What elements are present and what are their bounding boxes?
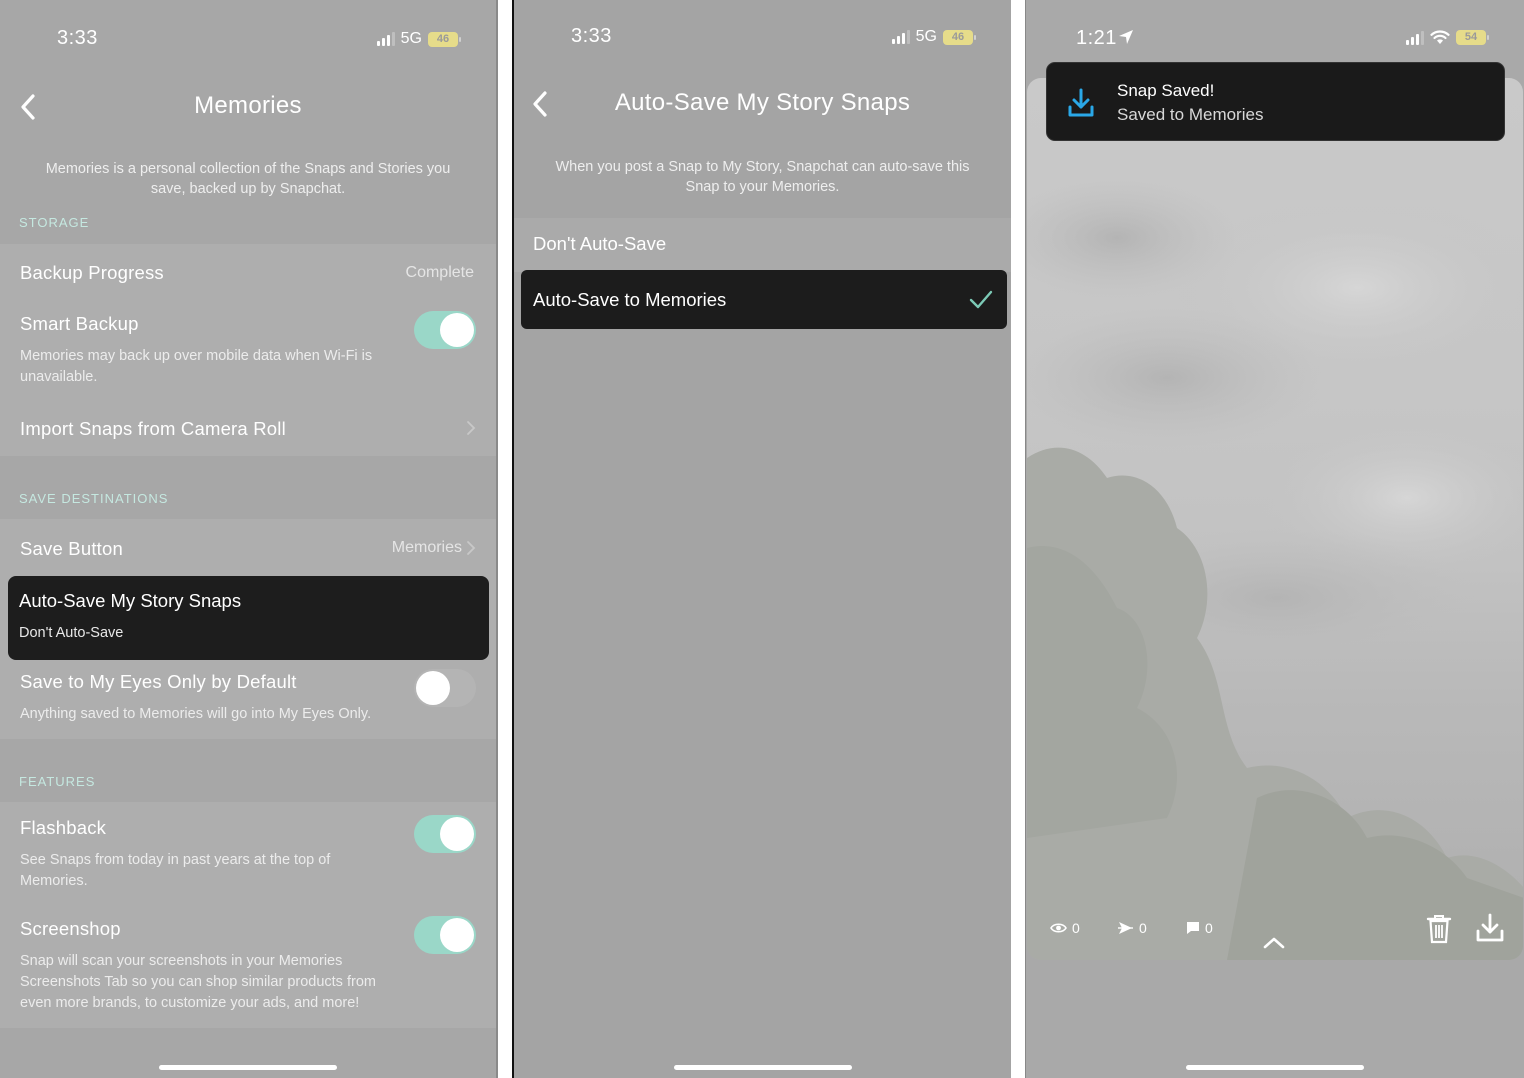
snap-photo[interactable] [1027, 78, 1523, 960]
battery-icon: 46 [943, 29, 976, 45]
chevron-up-icon[interactable] [1263, 936, 1285, 950]
views-count: 0 [1050, 920, 1080, 936]
network-label: 5G [915, 28, 937, 45]
flashback-description: See Snaps from today in past years at th… [20, 852, 331, 889]
section-label-save-destinations: SAVE DESTINATIONS [19, 491, 169, 506]
home-indicator [1186, 1065, 1364, 1070]
screenshots-count: 0 [1117, 920, 1147, 936]
screenshop-label: Screenshop [20, 918, 121, 939]
memories-settings-screen: 3:33 5G 46 Memories Memories is a person… [0, 0, 498, 1078]
snap-viewer-screen: 1:21 54 Snap Saved! Saved to Memories 0 … [1025, 0, 1524, 1078]
flashback-toggle[interactable] [414, 815, 476, 853]
home-indicator [674, 1065, 852, 1070]
download-icon [1068, 88, 1094, 117]
smart-backup-label: Smart Backup [20, 313, 139, 334]
checkmark-icon [969, 290, 993, 309]
smart-backup-description: Memories may back up over mobile data wh… [20, 348, 373, 385]
views-value: 0 [1072, 920, 1080, 936]
auto-save-story-label: Auto-Save My Story Snaps [19, 590, 242, 611]
import-camera-roll-label: Import Snaps from Camera Roll [20, 418, 286, 439]
chat-bubble-icon [1187, 922, 1199, 934]
replies-count: 0 [1186, 920, 1213, 936]
page-description: When you post a Snap to My Story, Snapch… [555, 159, 970, 195]
snap-saved-toast[interactable]: Snap Saved! Saved to Memories [1046, 62, 1505, 141]
screenshot-icon [1118, 922, 1133, 934]
option-dont-auto-save[interactable]: Don't Auto-Save [514, 218, 1011, 272]
backup-progress-label: Backup Progress [20, 262, 164, 283]
page-description: Memories is a personal collection of the… [45, 161, 451, 197]
screenshots-value: 0 [1139, 920, 1147, 936]
location-arrow-icon [1119, 30, 1133, 44]
page-title: Memories [194, 92, 302, 119]
replies-value: 0 [1205, 920, 1213, 936]
smart-backup-toggle[interactable] [414, 311, 476, 349]
option-auto-save-to-memories[interactable]: Auto-Save to Memories [521, 270, 1007, 329]
my-eyes-only-toggle[interactable] [414, 669, 476, 707]
status-bar: 3:33 5G 46 [514, 20, 1011, 54]
option-label: Auto-Save to Memories [533, 289, 727, 310]
network-label: 5G [400, 30, 422, 47]
download-icon[interactable] [1475, 913, 1505, 943]
toast-subtitle: Saved to Memories [1117, 105, 1264, 124]
backup-progress-value: Complete [405, 264, 474, 281]
auto-save-story-row[interactable]: Auto-Save My Story Snaps Don't Auto-Save [8, 576, 489, 660]
chevron-right-icon [466, 540, 476, 556]
save-button-label: Save Button [20, 538, 123, 559]
auto-save-story-value: Don't Auto-Save [19, 625, 124, 641]
signal-icon [891, 30, 910, 44]
status-time: 3:33 [57, 27, 98, 49]
option-label: Don't Auto-Save [533, 233, 667, 254]
battery-icon: 46 [428, 31, 461, 47]
signal-icon [376, 32, 395, 46]
status-time: 3:33 [571, 25, 612, 47]
section-label-storage: STORAGE [19, 215, 90, 230]
trash-icon[interactable] [1426, 914, 1452, 944]
screenshop-description: Snap will scan your screenshots in your … [20, 953, 376, 1011]
signal-icon [1406, 30, 1424, 45]
import-camera-roll-row[interactable]: Import Snaps from Camera Roll [20, 418, 460, 440]
section-label-features: FEATURES [19, 774, 96, 789]
toast-title: Snap Saved! [1117, 81, 1215, 100]
wifi-icon [1430, 30, 1450, 44]
status-bar: 1:21 54 [1026, 22, 1524, 56]
auto-save-options-screen: 3:33 5G 46 Auto-Save My Story Snaps When… [512, 0, 1011, 1078]
status-bar: 3:33 5G 46 [0, 22, 496, 56]
home-indicator [159, 1065, 337, 1070]
save-button-value: Memories [391, 539, 462, 556]
flashback-label: Flashback [20, 817, 107, 838]
screenshop-toggle[interactable] [414, 916, 476, 954]
sky-and-trees-image [1027, 178, 1523, 960]
status-time: 1:21 [1076, 27, 1117, 49]
my-eyes-only-label: Save to My Eyes Only by Default [20, 671, 297, 692]
battery-icon: 54 [1456, 30, 1489, 45]
eye-icon [1050, 923, 1067, 933]
my-eyes-only-description: Anything saved to Memories will go into … [20, 706, 372, 722]
chevron-right-icon [466, 420, 476, 436]
page-title: Auto-Save My Story Snaps [614, 89, 911, 116]
